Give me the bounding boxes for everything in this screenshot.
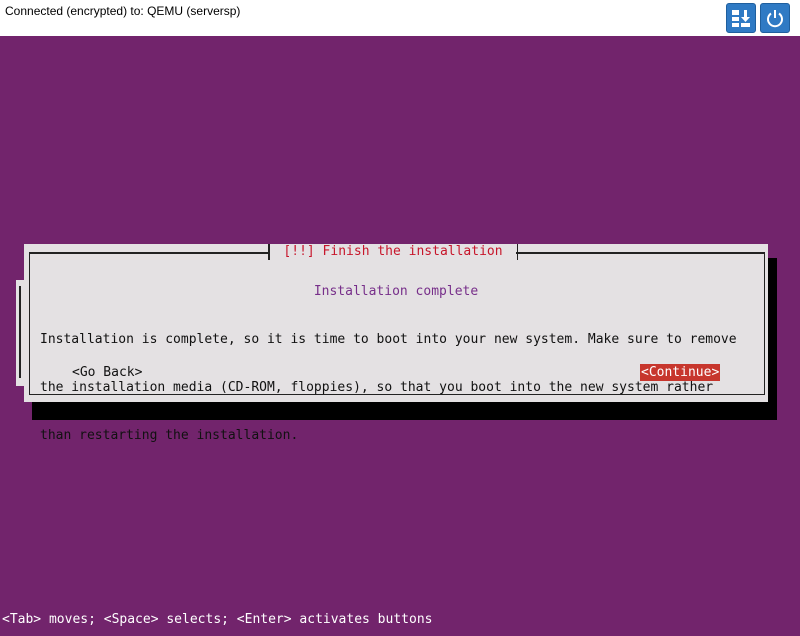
download-button[interactable] xyxy=(726,3,756,33)
dialog-frame-top-left xyxy=(29,252,269,254)
power-icon xyxy=(767,10,783,28)
status-line: <Tab> moves; <Space> selects; <Enter> ac… xyxy=(2,612,433,627)
dialog-shadow-right xyxy=(768,258,777,418)
connection-bar: Connected (encrypted) to: QEMU (serversp… xyxy=(0,0,800,36)
continue-button[interactable]: <Continue> xyxy=(640,364,721,381)
dialog-body-line: than restarting the installation. xyxy=(40,428,299,443)
dialog-subtitle: Installation complete xyxy=(313,284,479,299)
dialog-body: Installation is complete, so it is time … xyxy=(40,300,760,476)
finish-installation-dialog: [!!] Finish the installation Installatio… xyxy=(24,243,768,443)
power-button[interactable] xyxy=(760,3,790,33)
dialog-title: [!!] Finish the installation xyxy=(268,243,518,261)
dialog-frame-top-right xyxy=(516,252,764,254)
dialog-body-line: the installation media (CD-ROM, floppies… xyxy=(40,380,714,395)
go-back-button[interactable]: <Go Back> xyxy=(72,364,142,381)
connection-status: Connected (encrypted) to: QEMU (serversp… xyxy=(5,4,241,18)
vm-console[interactable]: [!!] Finish the installation Installatio… xyxy=(0,36,800,636)
dialog-body-line: Installation is complete, so it is time … xyxy=(40,332,737,347)
download-icon xyxy=(732,10,750,27)
